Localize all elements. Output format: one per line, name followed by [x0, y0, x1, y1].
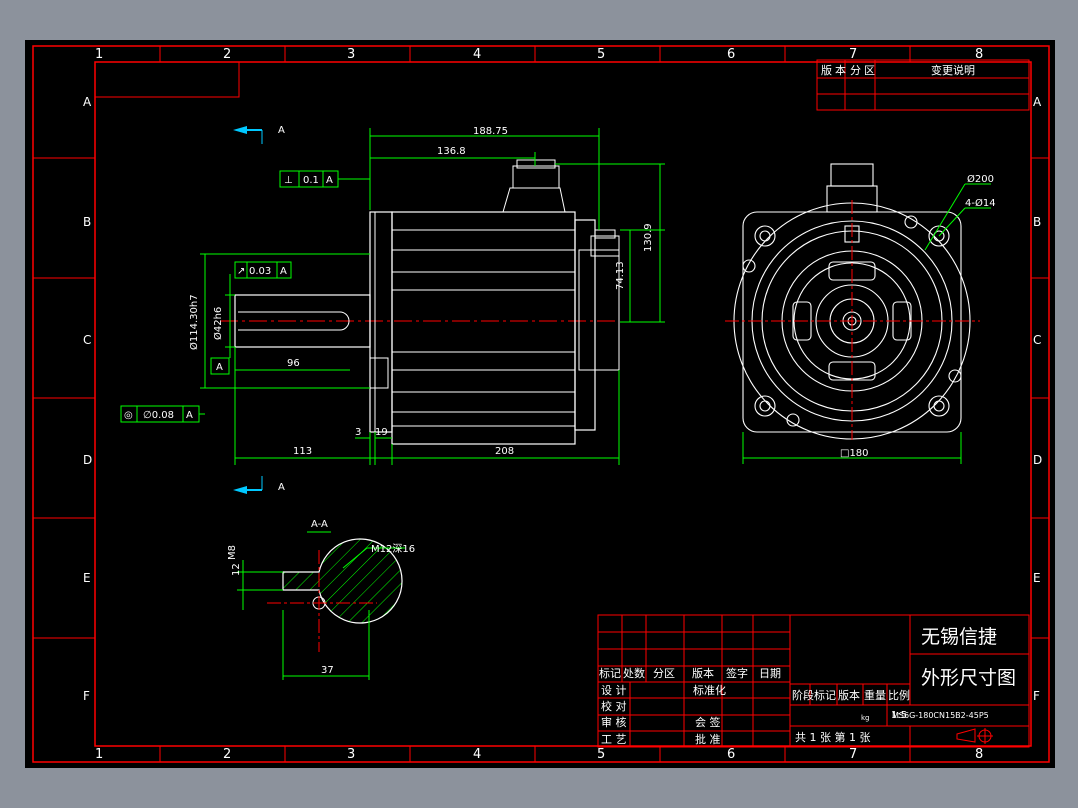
left-label-1: 校 对: [601, 699, 627, 713]
grid-column-label-5-bottom: 5: [597, 747, 605, 762]
mid-label-1: 会 签: [695, 715, 721, 729]
dim-spigot-depth: 19: [375, 427, 388, 438]
grid-row-label-D-left: D: [83, 453, 92, 467]
dim-thread-alt: M8: [227, 545, 238, 560]
title-version-label: 版本: [838, 688, 860, 702]
grid-row-label-A-left: A: [83, 95, 92, 109]
view-label-top: A: [278, 125, 285, 136]
side-dimensions: [120, 128, 665, 490]
grid-column-label-8-bottom: 8: [975, 747, 983, 762]
grid-ticks: [33, 46, 1049, 762]
dim-shaft-length: 113: [293, 446, 312, 457]
tol-runout-datum: A: [280, 266, 287, 277]
title-kg: kg: [861, 714, 870, 722]
tol-perp-value: 0.1: [303, 175, 319, 186]
title-scale-label: 比例: [888, 688, 910, 702]
dim-mounting-holes: 4-Ø14: [965, 197, 996, 209]
left-label-2: 审 核: [601, 715, 627, 729]
tol-conc-symbol: ◎: [124, 410, 133, 421]
grid-row-label-A-right: A: [1033, 95, 1042, 109]
outer-border: [32, 45, 1050, 763]
grid-column-label-4-bottom: 4: [473, 747, 481, 762]
grid-column-label-2-bottom: 2: [223, 747, 231, 762]
grid-row-label-D-right: D: [1033, 453, 1042, 467]
grid-column-label-6-top: 6: [727, 47, 735, 62]
title-drawing: 外形尺寸图: [921, 667, 1016, 689]
dim-thread: M12深16: [371, 543, 415, 555]
rev-header-desc: 变更说明: [931, 63, 975, 77]
grid-column-label-3-bottom: 3: [347, 747, 355, 762]
grid-row-label-F-right: F: [1033, 689, 1040, 703]
dim-shaft-diameter: Ø42h6: [212, 307, 224, 340]
grid-column-label-4-top: 4: [473, 47, 481, 62]
grid-row-label-B-right: B: [1033, 215, 1041, 229]
grid-row-label-F-left: F: [83, 689, 90, 703]
dim-height-total: 130.9: [643, 223, 654, 252]
rev-header-qu: 区: [864, 64, 875, 77]
grid-row-label-C-left: C: [83, 333, 91, 347]
title-model: MS6G-180CN15B2-45P5: [892, 711, 989, 720]
title-weight-label: 重量: [864, 688, 886, 702]
tol-perp-datum: A: [326, 175, 333, 186]
cad-drawing: 1122334455667788A AB BC CD DE EF F 版 本 分 区 变更说…: [32, 45, 1050, 763]
section-label: A-A: [311, 519, 328, 530]
grid-column-label-1-bottom: 1: [95, 747, 103, 762]
title-sheet: 共 1 张 第 1 张: [795, 730, 870, 744]
tol-runout-symbol: ↗: [237, 266, 245, 277]
dim-key-width: 12: [231, 563, 242, 576]
title-company: 无锡信捷: [921, 626, 997, 648]
row-label-5: 日期: [759, 667, 781, 680]
dim-connector-distance: 136.8: [437, 146, 466, 157]
dim-key-length: 96: [287, 358, 300, 369]
dim-key-depth: 37: [321, 665, 334, 676]
title-stage-label: 阶段标记: [792, 688, 836, 702]
grid-row-label-E-left: E: [83, 571, 91, 585]
tol-conc-value: ∅0.08: [143, 410, 174, 421]
grid-column-label-6-bottom: 6: [727, 747, 735, 762]
rev-header-ben: 本: [835, 63, 846, 77]
drawing-canvas: 1122334455667788AABBCCDDEEFF 版 本 分 区 变更说…: [25, 40, 1055, 768]
dim-body-length: 208: [495, 446, 514, 457]
row-label-0: 标记: [599, 666, 621, 680]
grid-column-label-1-top: 1: [95, 47, 103, 62]
row-label-4: 签字: [726, 666, 748, 680]
view-label-bottom: A: [278, 482, 285, 493]
grid-column-label-7-bottom: 7: [849, 747, 857, 762]
row-label-3: 版本: [692, 666, 714, 680]
mid-label-2: 批 准: [695, 732, 721, 746]
grid-labels: 1122334455667788A AB BC CD DE EF F: [83, 47, 1042, 762]
dim-overall-length: 188.75: [473, 126, 508, 137]
rev-header-ban: 版: [821, 63, 832, 77]
grid-column-label-5-top: 5: [597, 47, 605, 62]
row-label-2: 分区: [653, 667, 675, 680]
grid-column-label-3-top: 3: [347, 47, 355, 62]
dim-flange-thickness: 3: [355, 427, 361, 438]
grid-row-label-E-right: E: [1033, 571, 1041, 585]
dim-pcd: Ø200: [967, 173, 994, 185]
tol-conc-datum: A: [186, 410, 193, 421]
left-label-3: 工 艺: [601, 733, 627, 746]
dim-spigot-diameter: Ø114.30h7: [188, 294, 200, 350]
dim-connector-height: 74.13: [615, 261, 626, 290]
projection-symbol-icon: [956, 728, 993, 744]
side-view: [220, 159, 620, 445]
left-label-0: 设 计: [601, 684, 627, 697]
tol-perp-symbol: ⊥: [284, 175, 293, 186]
rev-header-fen: 分: [850, 64, 861, 77]
grid-row-label-C-right: C: [1033, 333, 1041, 347]
mid-label-0: 标准化: [693, 683, 726, 697]
revision-table: 版 本 分 区 变更说明: [816, 59, 1030, 111]
dim-flange-square: □180: [840, 448, 869, 459]
tol-runout-value: 0.03: [249, 266, 271, 277]
datum-label: A: [216, 362, 223, 373]
view-arrows: [233, 126, 262, 494]
grid-row-label-B-left: B: [83, 215, 91, 229]
grid-column-label-2-top: 2: [223, 47, 231, 62]
row-label-1: 处数: [623, 667, 645, 680]
drawing-number-box: [94, 61, 240, 98]
front-dimensions: [742, 183, 991, 464]
